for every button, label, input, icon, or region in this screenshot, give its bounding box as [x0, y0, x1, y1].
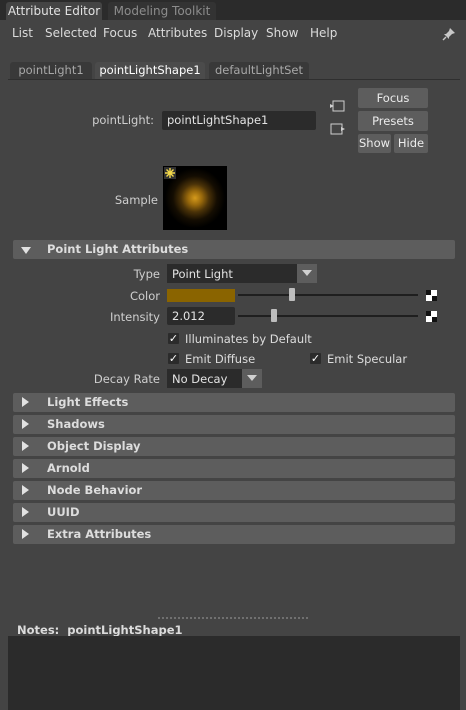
section-title: Point Light Attributes — [47, 242, 189, 256]
hide-button[interactable]: Hide — [394, 134, 428, 153]
notes-label: Notes: — [17, 623, 60, 637]
type-dropdown[interactable]: Point Light — [167, 264, 317, 283]
type-value: Point Light — [172, 267, 233, 281]
tab-pointlight1[interactable]: pointLight1 — [10, 62, 92, 79]
notes-resize-handle[interactable] — [158, 617, 308, 619]
chevron-down-icon — [297, 264, 317, 283]
sample-label: Sample — [114, 193, 158, 207]
intensity-map-button-icon[interactable] — [426, 311, 437, 322]
decay-rate-label: Decay Rate — [93, 372, 160, 386]
intensity-slider-track[interactable] — [238, 315, 418, 317]
section-title: UUID — [47, 505, 80, 519]
presets-button[interactable]: Presets — [358, 111, 428, 131]
expand-arrow-icon — [22, 441, 29, 451]
show-button[interactable]: Show — [358, 134, 391, 153]
section-shadows[interactable]: Shadows — [13, 415, 455, 434]
emit-diffuse-label: Emit Diffuse — [185, 352, 256, 366]
input-connections-icon[interactable] — [330, 99, 346, 113]
expand-arrow-icon — [22, 507, 29, 517]
section-point-light-attributes[interactable]: Point Light Attributes — [13, 240, 455, 259]
section-arnold[interactable]: Arnold — [13, 459, 455, 478]
expand-arrow-icon — [22, 485, 29, 495]
section-title: Light Effects — [47, 395, 129, 409]
menu-selected[interactable]: Selected — [45, 26, 97, 42]
node-type-label: pointLight: — [92, 113, 154, 127]
expand-arrow-icon — [22, 419, 29, 429]
menu-list[interactable]: List — [12, 26, 33, 42]
section-object-display[interactable]: Object Display — [13, 437, 455, 456]
emit-diffuse-checkbox[interactable]: ✓ — [168, 353, 179, 364]
node-tab-divider — [8, 79, 460, 80]
section-title: Arnold — [47, 461, 90, 475]
focus-button[interactable]: Focus — [358, 88, 428, 108]
color-label: Color — [129, 289, 160, 303]
color-slider-handle[interactable] — [289, 288, 295, 301]
section-title: Extra Attributes — [47, 527, 152, 541]
pin-icon[interactable] — [442, 27, 456, 41]
intensity-field[interactable]: 2.012 — [167, 307, 235, 325]
expand-arrow-icon — [22, 463, 29, 473]
tab-modeling-toolkit[interactable]: Modeling Toolkit — [108, 2, 216, 20]
tab-defaultlightset[interactable]: defaultLightSet — [209, 62, 309, 79]
color-swatch[interactable] — [167, 289, 235, 302]
section-light-effects[interactable]: Light Effects — [13, 393, 455, 412]
color-map-button-icon[interactable] — [426, 290, 437, 301]
section-node-behavior[interactable]: Node Behavior — [13, 481, 455, 500]
menu-attributes[interactable]: Attributes — [148, 26, 207, 42]
section-uuid[interactable]: UUID — [13, 503, 455, 522]
section-extra-attributes[interactable]: Extra Attributes — [13, 525, 455, 544]
illuminates-label: Illuminates by Default — [185, 332, 312, 346]
intensity-slider-handle[interactable] — [271, 309, 277, 322]
section-title: Object Display — [47, 439, 141, 453]
expand-arrow-icon — [22, 397, 29, 407]
chevron-down-icon — [242, 369, 262, 388]
menu-help[interactable]: Help — [310, 26, 337, 42]
notes-textarea[interactable] — [8, 636, 460, 710]
type-label: Type — [133, 267, 160, 281]
emit-specular-label: Emit Specular — [327, 352, 408, 366]
menu-display[interactable]: Display — [214, 26, 258, 42]
tab-pointlightshape1[interactable]: pointLightShape1 — [95, 62, 205, 79]
decay-rate-value: No Decay — [172, 372, 228, 386]
color-slider-track[interactable] — [238, 294, 418, 296]
expand-arrow-icon — [21, 247, 31, 254]
tab-attribute-editor[interactable]: Attribute Editor — [6, 2, 102, 20]
expand-arrow-icon — [22, 529, 29, 539]
illuminates-checkbox[interactable]: ✓ — [168, 333, 179, 344]
notes-node-name: pointLightShape1 — [67, 623, 183, 637]
node-name-field[interactable]: pointLightShape1 — [162, 111, 316, 130]
output-connections-icon[interactable] — [330, 122, 346, 136]
update-sample-icon[interactable] — [164, 167, 176, 179]
decay-rate-dropdown[interactable]: No Decay — [167, 369, 262, 388]
intensity-label: Intensity — [109, 310, 160, 324]
section-title: Shadows — [47, 417, 105, 431]
notes-header: Notes: pointLightShape1 — [17, 623, 183, 637]
menu-focus[interactable]: Focus — [103, 26, 137, 42]
menu-show[interactable]: Show — [266, 26, 298, 42]
section-title: Node Behavior — [47, 483, 143, 497]
emit-specular-checkbox[interactable]: ✓ — [310, 353, 321, 364]
